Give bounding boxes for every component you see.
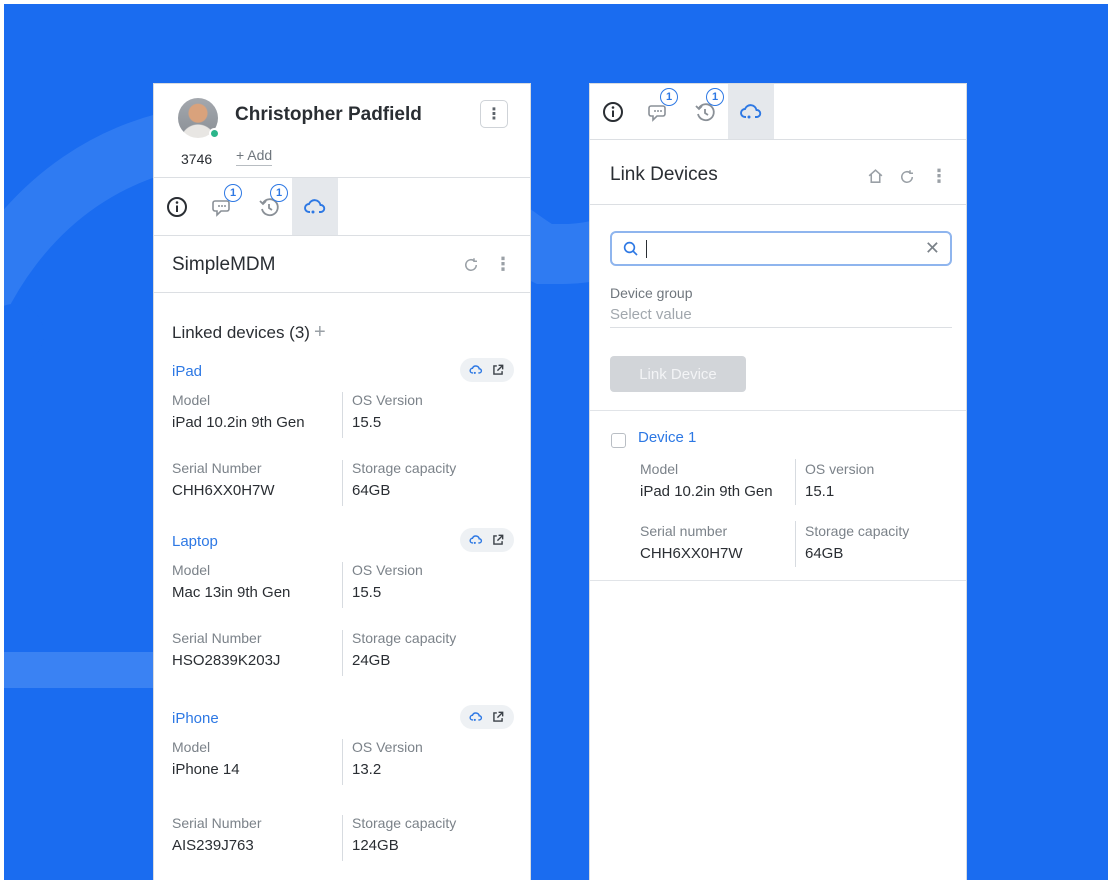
device-name-link[interactable]: Device 1 bbox=[638, 429, 696, 446]
os-version-field: OS version 15.1 bbox=[805, 461, 875, 500]
serial-number-field: Serial Number CHH6XX0H7W bbox=[172, 460, 275, 499]
device-search-input[interactable] bbox=[655, 240, 925, 257]
divider bbox=[342, 392, 343, 438]
simplemdm-header: SimpleMDM ⋮ bbox=[154, 236, 530, 293]
cloud-icon[interactable] bbox=[469, 363, 483, 377]
tab-strip: 1 1 bbox=[154, 178, 530, 236]
tab-conversations[interactable]: 1 bbox=[200, 178, 246, 235]
model-field: Model iPhone 14 bbox=[172, 739, 240, 778]
conversations-count-badge: 1 bbox=[224, 184, 242, 202]
tab-info[interactable] bbox=[590, 84, 636, 139]
tab-conversations[interactable]: 1 bbox=[636, 84, 682, 139]
info-icon bbox=[167, 196, 187, 217]
storage-capacity-field: Storage capacity 124GB bbox=[352, 815, 457, 854]
add-tag-link[interactable]: + Add bbox=[236, 147, 273, 166]
divider bbox=[795, 459, 796, 505]
divider bbox=[342, 739, 343, 785]
model-field: Model iPad 10.2in 9th Gen bbox=[640, 461, 773, 500]
storage-capacity-field: Storage capacity 64GB bbox=[805, 523, 910, 562]
add-linked-device-icon[interactable]: + bbox=[314, 321, 326, 343]
conversations-count-badge: 1 bbox=[660, 88, 678, 106]
more-vertical-icon[interactable]: ⋮ bbox=[494, 254, 512, 275]
os-version-field: OS Version 13.2 bbox=[352, 739, 423, 778]
device-select-checkbox[interactable] bbox=[611, 433, 626, 448]
linked-device-item: iPad Model iPad 10.2in 9th Gen OS Version… bbox=[172, 358, 514, 506]
more-options-button[interactable]: ⋮ bbox=[480, 100, 508, 128]
divider bbox=[342, 562, 343, 608]
link-devices-title: Link Devices bbox=[610, 164, 718, 185]
cloud-icon[interactable] bbox=[469, 710, 483, 724]
linked-devices-heading: Linked devices (3) + bbox=[172, 321, 326, 344]
os-version-field: OS Version 15.5 bbox=[352, 562, 423, 601]
device-actions bbox=[460, 358, 514, 382]
contact-id: 3746 bbox=[181, 151, 213, 167]
tab-history[interactable]: 1 bbox=[246, 178, 292, 235]
linked-devices-label: Linked devices (3) bbox=[172, 323, 310, 342]
serial-number-field: Serial number CHH6XX0H7W bbox=[640, 523, 743, 562]
divider bbox=[590, 410, 966, 411]
os-version-field: OS Version 15.5 bbox=[352, 392, 423, 431]
refresh-icon[interactable] bbox=[898, 168, 916, 186]
storage-capacity-field: Storage capacity 64GB bbox=[352, 460, 457, 499]
avatar[interactable] bbox=[178, 98, 220, 139]
device-actions bbox=[460, 705, 514, 729]
tab-strip: 1 1 bbox=[590, 84, 966, 140]
home-icon[interactable] bbox=[867, 168, 884, 185]
divider bbox=[342, 460, 343, 506]
divider bbox=[342, 815, 343, 861]
divider bbox=[795, 521, 796, 567]
device-group-label: Device group bbox=[610, 285, 693, 301]
cloud-icon[interactable] bbox=[469, 533, 483, 547]
background-canvas: Christopher Padfield 3746 + Add ⋮ 1 1 Si… bbox=[4, 4, 1108, 880]
model-field: Model Mac 13in 9th Gen bbox=[172, 562, 291, 601]
tab-cloud[interactable] bbox=[728, 84, 774, 139]
contact-name: Christopher Padfield bbox=[235, 104, 422, 125]
contact-panel: Christopher Padfield 3746 + Add ⋮ 1 1 Si… bbox=[153, 83, 531, 880]
link-devices-header: Link Devices ⋮ bbox=[590, 140, 966, 205]
cloud-icon bbox=[740, 103, 762, 118]
history-count-badge: 1 bbox=[706, 88, 724, 106]
storage-capacity-field: Storage capacity 24GB bbox=[352, 630, 457, 669]
linked-device-item: Laptop Model Mac 13in 9th Gen OS Version 1… bbox=[172, 528, 514, 676]
external-link-icon[interactable] bbox=[491, 710, 505, 724]
refresh-icon[interactable] bbox=[462, 256, 480, 274]
device-actions bbox=[460, 528, 514, 552]
external-link-icon[interactable] bbox=[491, 363, 505, 377]
online-status-dot bbox=[209, 128, 220, 139]
serial-number-field: Serial Number HSO2839K203J bbox=[172, 630, 281, 669]
cloud-icon bbox=[304, 198, 326, 213]
clear-search-icon[interactable]: ✕ bbox=[925, 238, 940, 259]
search-icon bbox=[623, 241, 638, 256]
info-icon bbox=[603, 101, 623, 122]
tab-info[interactable] bbox=[154, 178, 200, 235]
link-device-button[interactable]: Link Device bbox=[610, 356, 746, 392]
simplemdm-title: SimpleMDM bbox=[172, 254, 276, 275]
more-vertical-icon[interactable]: ⋮ bbox=[930, 166, 948, 187]
link-devices-panel: 1 1 Link Devices ⋮ ✕ Device group Select… bbox=[589, 83, 967, 880]
tab-cloud[interactable] bbox=[292, 178, 338, 235]
serial-number-field: Serial Number AIS239J763 bbox=[172, 815, 262, 854]
device-search-box[interactable]: ✕ bbox=[610, 231, 952, 266]
tab-history[interactable]: 1 bbox=[682, 84, 728, 139]
history-count-badge: 1 bbox=[270, 184, 288, 202]
device-group-select[interactable]: Select value bbox=[610, 306, 952, 328]
divider bbox=[590, 580, 966, 581]
model-field: Model iPad 10.2in 9th Gen bbox=[172, 392, 305, 431]
more-vertical-icon: ⋮ bbox=[486, 106, 502, 123]
external-link-icon[interactable] bbox=[491, 533, 505, 547]
contact-header: Christopher Padfield 3746 + Add ⋮ bbox=[154, 84, 530, 178]
linked-device-item: iPhone Model iPhone 14 OS Version 13.2 Ser… bbox=[172, 705, 514, 861]
divider bbox=[342, 630, 343, 676]
text-cursor bbox=[646, 239, 647, 258]
